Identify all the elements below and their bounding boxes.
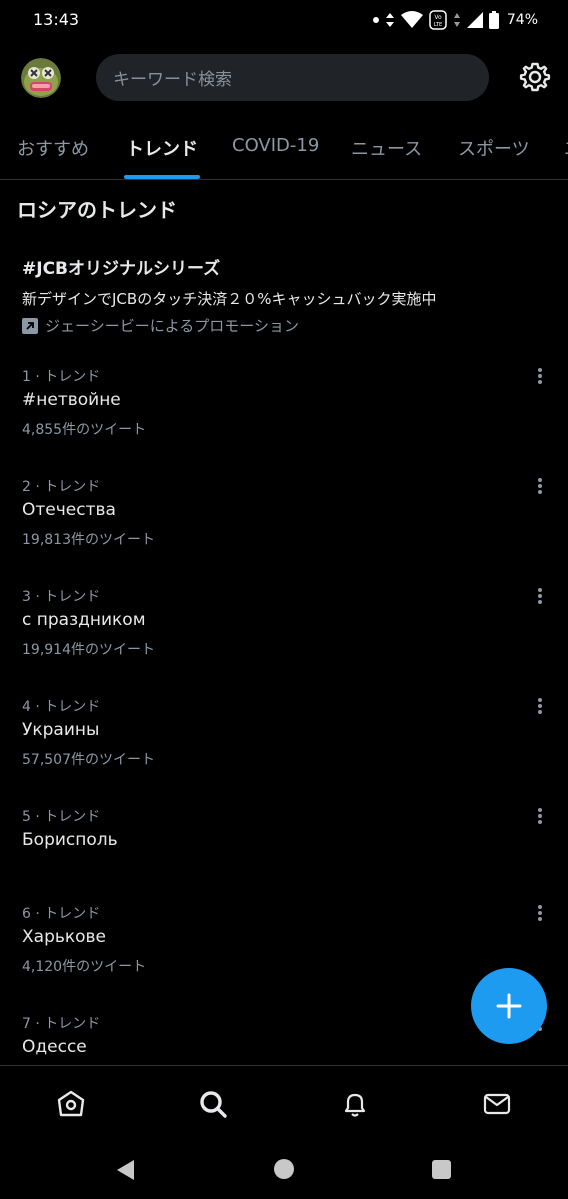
status-icons: Vo LTE 74% [372, 8, 538, 32]
more-options-icon[interactable] [534, 586, 546, 606]
search-input[interactable]: キーワード検索 [96, 54, 489, 101]
notification-dot-icon [372, 17, 379, 23]
status-bar: 13:43 Vo LTE 74% [0, 0, 568, 40]
bell-icon [344, 1093, 366, 1117]
more-options-icon[interactable] [534, 903, 546, 923]
trend-rank: 5 · トレンド [22, 809, 101, 825]
tab-news[interactable]: ニュース [351, 135, 422, 161]
trend-name: Борисполь [22, 830, 118, 850]
home-circle-icon[interactable] [274, 1159, 294, 1179]
promoted-by-label: ジェーシービーによるプロモーション [45, 317, 299, 335]
home-icon [57, 1090, 85, 1117]
trend-name: Украины [22, 720, 100, 740]
bottom-navigation [0, 1065, 568, 1141]
plus-icon [496, 993, 522, 1019]
svg-text:LTE: LTE [434, 22, 442, 28]
trend-name: Одессе [22, 1037, 87, 1057]
search-icon [200, 1091, 227, 1118]
explore-tabs: おすすめ トレンド COVID-19 ニュース スポーツ エ [0, 118, 568, 180]
trend-item[interactable]: 5 · トレンド Борисполь [22, 806, 542, 902]
trend-item[interactable]: 6 · トレンド Харькове 4,120件のツイート [22, 903, 542, 999]
home-tab[interactable] [55, 1088, 87, 1120]
trend-item[interactable]: 1 · トレンド #нетвойне 4,855件のツイート [22, 366, 542, 462]
active-tab-indicator [124, 175, 200, 179]
trend-rank: 1 · トレンド [22, 369, 101, 385]
tab-entertainment[interactable]: エ [564, 135, 568, 161]
section-title: ロシアのトレンド [17, 198, 177, 222]
more-options-icon[interactable] [534, 696, 546, 716]
trend-name: Отечества [22, 500, 116, 520]
trend-tweet-count: 19,813件のツイート [22, 532, 155, 548]
notifications-tab[interactable] [339, 1088, 371, 1120]
more-options-icon[interactable] [534, 476, 546, 496]
tab-covid-19[interactable]: COVID-19 [232, 135, 319, 156]
trend-rank: 7 · トレンド [22, 1016, 101, 1032]
promoted-trend[interactable]: #JCBオリジナルシリーズ 新デザインでJCBのタッチ決済２０%キャッシュバック… [22, 254, 542, 336]
trend-tweet-count: 19,914件のツイート [22, 642, 155, 658]
battery-percent: 74% [506, 12, 538, 28]
svg-text:Vo: Vo [434, 14, 442, 21]
trend-name: с праздником [22, 610, 146, 630]
data-arrows-icon-2 [453, 13, 460, 27]
promoted-icon [22, 317, 38, 334]
volte-icon: VoLTE [429, 10, 447, 30]
settings-gear-icon[interactable] [519, 61, 551, 93]
tab-trends[interactable]: トレンド [126, 135, 198, 161]
trend-tweet-count: 4,855件のツイート [22, 422, 147, 438]
battery-icon [488, 11, 499, 29]
trend-item[interactable]: 2 · トレンド Отечества 19,813件のツイート [22, 476, 542, 572]
tab-sports[interactable]: スポーツ [458, 135, 530, 161]
back-icon[interactable] [116, 1159, 136, 1181]
tab-recommended[interactable]: おすすめ [17, 135, 89, 161]
trend-tweet-count: 4,120件のツイート [22, 959, 147, 975]
trend-item[interactable]: 4 · トレンド Украины 57,507件のツイート [22, 696, 542, 792]
avatar[interactable] [21, 58, 61, 98]
trend-name: Харькове [22, 927, 107, 947]
trend-name: #нетвойне [22, 390, 121, 410]
promo-description: 新デザインでJCBのタッチ決済２０%キャッシュバック実施中 [22, 290, 437, 308]
system-navigation [0, 1141, 568, 1199]
promoted-by: ジェーシービーによるプロモーション [22, 315, 542, 336]
recent-apps-icon[interactable] [432, 1160, 451, 1179]
trend-rank: 6 · トレンド [22, 906, 101, 922]
envelope-icon [483, 1093, 511, 1115]
wifi-icon [400, 11, 423, 28]
signal-icon [466, 12, 483, 28]
trend-tweet-count: 57,507件のツイート [22, 752, 155, 768]
search-placeholder: キーワード検索 [113, 70, 232, 90]
more-options-icon[interactable] [534, 806, 546, 826]
status-time: 13:43 [33, 10, 80, 29]
trend-rank: 3 · トレンド [22, 589, 101, 605]
more-options-icon[interactable] [534, 366, 546, 386]
messages-tab[interactable] [481, 1088, 513, 1120]
data-arrows-icon [385, 13, 394, 27]
search-tab[interactable] [197, 1088, 229, 1120]
trend-rank: 4 · トレンド [22, 699, 101, 715]
trend-item[interactable]: 3 · トレンド с праздником 19,914件のツイート [22, 586, 542, 682]
compose-tweet-button[interactable] [471, 968, 547, 1044]
promo-title: #JCBオリジナルシリーズ [22, 259, 221, 279]
trend-rank: 2 · トレンド [22, 479, 101, 495]
